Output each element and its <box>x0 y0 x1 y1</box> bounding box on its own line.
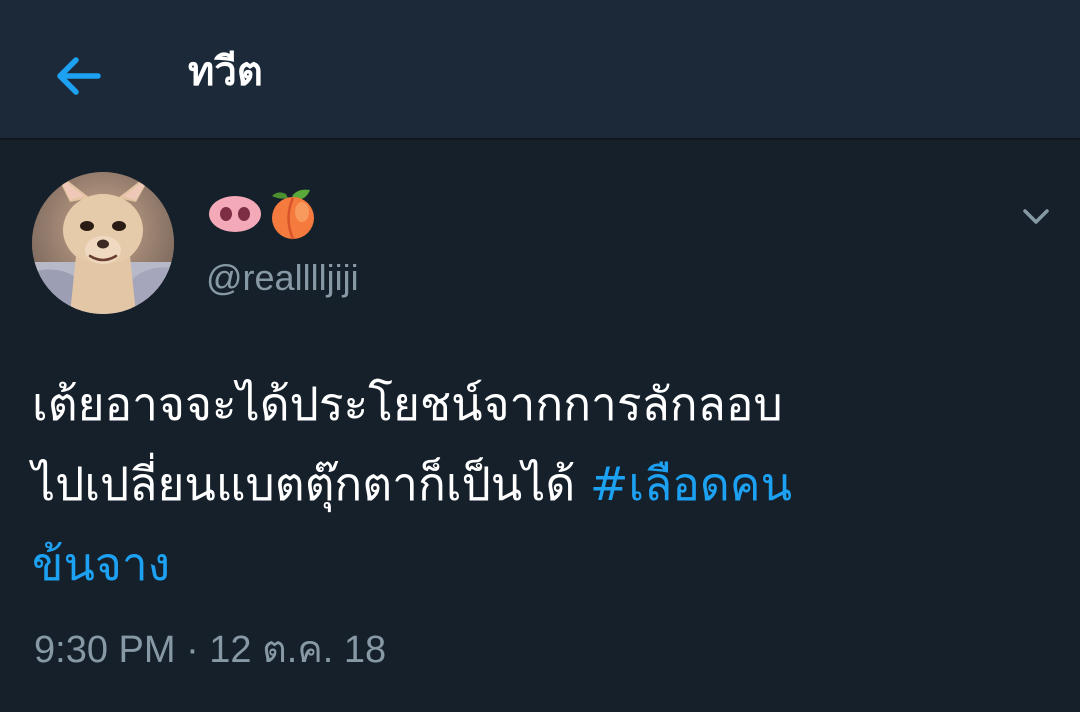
pig-nose-icon <box>209 196 261 232</box>
peach-icon <box>272 189 314 240</box>
avatar[interactable] <box>32 172 174 314</box>
hashtag-part-2: ข้นจาง <box>32 537 171 591</box>
display-name[interactable] <box>208 186 318 242</box>
page-title: ทวีต <box>188 49 263 95</box>
tweet-detail: @realllljiji เต้ยอาจจะได้ประโยชน์จากการล… <box>0 142 1080 712</box>
tweet-menu-button[interactable] <box>1012 192 1060 240</box>
hashtag-part-1: #เลือดคน <box>589 457 793 511</box>
tweet-timestamp: 9:30 PM · 12 ต.ค. 18 <box>34 629 387 671</box>
arrow-left-icon <box>57 57 101 95</box>
chihuahua-avatar-image <box>32 172 174 314</box>
back-button[interactable] <box>38 36 118 116</box>
chevron-down-icon <box>1023 209 1049 224</box>
user-handle[interactable]: @realllljiji <box>206 254 359 302</box>
tweet-text: เต้ยอาจจะได้ประโยชน์จากการลักลอบ ไปเปลี่… <box>32 364 1042 604</box>
top-app-bar: ทวีต <box>0 0 1080 140</box>
